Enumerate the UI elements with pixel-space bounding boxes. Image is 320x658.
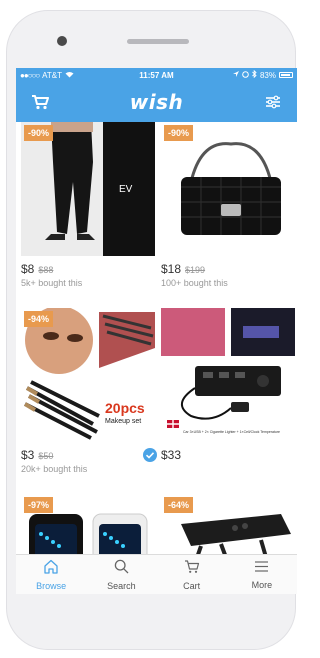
tab-more[interactable]: More	[227, 555, 297, 594]
price-row: $33	[143, 448, 295, 462]
tab-browse[interactable]: Browse	[16, 555, 86, 594]
overlay-subtitle: Makeup set	[105, 418, 142, 425]
old-price: $50	[38, 451, 54, 461]
product-card[interactable]: EV -90% $8 $88 5k+ bought this	[21, 122, 155, 288]
cart-icon	[184, 559, 200, 579]
discount-badge: -94%	[24, 311, 54, 327]
discount-badge: -97%	[24, 497, 54, 513]
menu-icon	[254, 560, 269, 578]
camera-lens	[57, 36, 67, 46]
wish-logo: wish	[129, 90, 184, 114]
bought-count: 100+ bought this	[161, 278, 228, 288]
old-price: $199	[185, 265, 206, 275]
price-row: $8 $88	[21, 262, 155, 276]
product-image[interactable]: -94% 20pcs Makeup set	[21, 308, 155, 442]
price: $8	[21, 262, 35, 276]
product-image[interactable]: Car 3×USB + 2× Cigarette Lighter + 1×Cel…	[161, 308, 295, 442]
status-bar: ●●○○○ AT&T 11:57 AM 83%	[16, 68, 297, 82]
cart-icon[interactable]	[30, 92, 50, 112]
price: $18	[161, 262, 182, 276]
bought-count: 5k+ bought this	[21, 278, 83, 288]
product-caption: Car 3×USB + 2× Cigarette Lighter + 1×Cel…	[183, 430, 280, 434]
bottom-tab-bar: Browse Search Cart More	[16, 554, 297, 594]
svg-text:EV: EV	[119, 184, 133, 195]
tab-label: Cart	[183, 580, 201, 591]
clock: 11:57 AM	[139, 70, 174, 80]
product-card[interactable]: -90% $18 $199 100+ bought this	[161, 122, 295, 288]
joggers-illustration: EV	[21, 122, 155, 256]
product-card[interactable]: -94% 20pcs Makeup set $3 $50 20k+ bought…	[21, 308, 155, 474]
discount-badge: -64%	[164, 497, 194, 513]
app-screen: ●●○○○ AT&T 11:57 AM 83% wish EV -90% $8 …	[16, 68, 297, 594]
price-row: $3 $50	[21, 448, 155, 462]
discount-badge: -90%	[164, 125, 194, 141]
handbag-illustration	[161, 122, 295, 256]
price: $3	[21, 448, 35, 462]
tab-label: Search	[107, 580, 136, 591]
verified-check-icon	[143, 448, 157, 462]
price: $33	[161, 448, 182, 462]
tab-search[interactable]: Search	[86, 555, 156, 594]
product-card[interactable]: Car 3×USB + 2× Cigarette Lighter + 1×Cel…	[143, 308, 295, 462]
home-icon	[43, 559, 59, 579]
old-price: $88	[38, 265, 54, 275]
bought-count: 20k+ bought this	[21, 464, 88, 474]
tab-cart[interactable]: Cart	[157, 555, 227, 594]
search-icon	[114, 559, 129, 579]
speaker-grille	[127, 39, 189, 44]
price-row: $18 $199	[161, 262, 295, 276]
top-navbar: wish	[16, 82, 297, 122]
discount-badge: -90%	[24, 125, 54, 141]
battery-icon	[279, 72, 293, 78]
tab-label: Browse	[36, 580, 67, 591]
tab-label: More	[251, 579, 273, 590]
product-image[interactable]: -90%	[161, 122, 295, 256]
overlay-title: 20pcs	[105, 400, 145, 416]
filter-icon[interactable]	[263, 92, 283, 112]
car-charger-illustration	[161, 308, 295, 442]
product-image[interactable]: EV -90%	[21, 122, 155, 256]
